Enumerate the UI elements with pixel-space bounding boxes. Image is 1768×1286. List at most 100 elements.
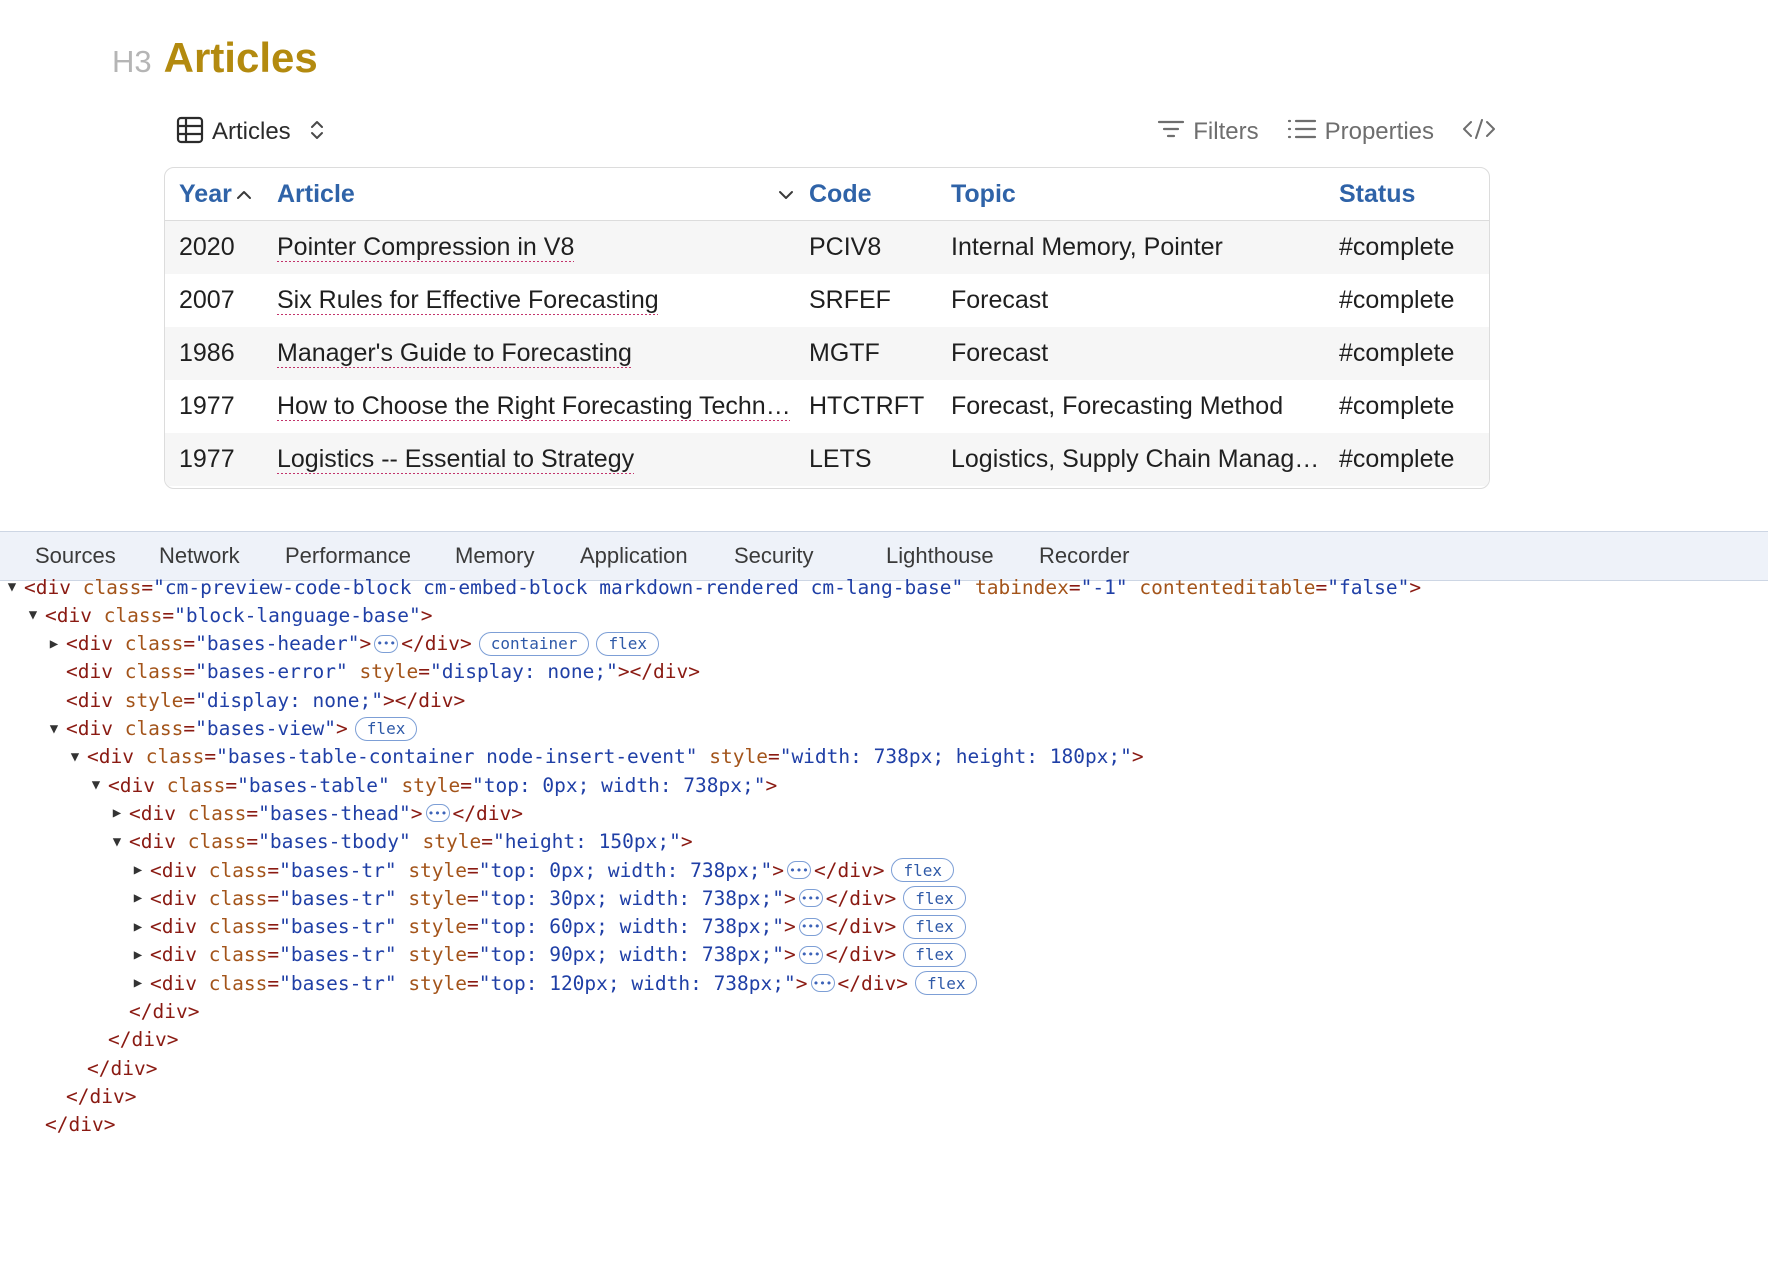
flex-badge[interactable]: flex bbox=[596, 631, 659, 656]
cell-topic[interactable]: Forecast, Forecasting Method bbox=[951, 380, 1329, 433]
dom-node-line[interactable]: ▶ <div class = "bases-tr" style = "top: 30px;… bbox=[130, 884, 966, 912]
article-link[interactable]: Six Rules for Effective Forecasting bbox=[277, 286, 659, 315]
expanded-triangle-icon[interactable]: ▼ bbox=[109, 834, 125, 850]
flex-badge[interactable]: flex bbox=[903, 942, 966, 967]
column-header-code[interactable]: Code bbox=[809, 168, 939, 220]
cell-article[interactable]: How to Choose the Right Forecasting Tech… bbox=[277, 380, 795, 433]
cell-status[interactable]: #complete bbox=[1339, 327, 1479, 380]
dom-node-line[interactable]: ▶ <div class = "bases-tr" style = "top: 60px;… bbox=[130, 913, 966, 941]
dom-token-val: "display: none;" bbox=[429, 660, 618, 684]
flex-badge[interactable]: flex bbox=[903, 886, 966, 911]
ellipsis-expand-icon[interactable]: ••• bbox=[798, 917, 823, 936]
dom-token-tag bbox=[397, 859, 409, 882]
dom-node-line[interactable]: </div> bbox=[88, 1026, 178, 1054]
cell-status[interactable]: #complete bbox=[1339, 380, 1479, 433]
cell-topic[interactable]: Logistics, Supply Chain Manag… bbox=[951, 433, 1329, 486]
dom-node-line[interactable]: ▼ <div class = "bases-table-container node-… bbox=[67, 743, 1144, 771]
expanded-triangle-icon[interactable]: ▼ bbox=[4, 579, 20, 595]
article-link[interactable]: Manager's Guide to Forecasting bbox=[277, 339, 632, 368]
dom-node-line[interactable]: ▼ <div class = "bases-view" > flex bbox=[46, 715, 418, 743]
chevron-down-icon[interactable] bbox=[777, 180, 795, 209]
expanded-triangle-icon[interactable]: ▼ bbox=[46, 721, 62, 737]
cell-status[interactable]: #complete bbox=[1339, 433, 1479, 486]
article-link[interactable]: Logistics -- Essential to Strategy bbox=[277, 445, 634, 474]
cell-article[interactable]: Logistics -- Essential to Strategy bbox=[277, 433, 795, 486]
dom-node-line[interactable]: </div> bbox=[46, 1082, 136, 1110]
dom-node-line[interactable]: <div class = "bases-error" style = "display:… bbox=[46, 658, 700, 686]
container-badge[interactable]: container bbox=[478, 631, 590, 656]
flex-badge[interactable]: flex bbox=[903, 914, 966, 939]
tab-lighthouse[interactable]: Lighthouse bbox=[886, 532, 994, 580]
collapsed-triangle-icon[interactable]: ▶ bbox=[109, 805, 125, 821]
cell-year[interactable]: 1986 bbox=[179, 327, 269, 380]
expanded-triangle-icon[interactable]: ▼ bbox=[25, 607, 41, 623]
expanded-triangle-icon[interactable]: ▼ bbox=[88, 777, 104, 793]
collapsed-triangle-icon[interactable]: ▶ bbox=[46, 636, 62, 652]
expanded-triangle-icon[interactable]: ▼ bbox=[67, 749, 83, 765]
tab-network[interactable]: Network bbox=[159, 532, 240, 580]
cell-topic[interactable]: Forecast bbox=[951, 327, 1329, 380]
cell-article[interactable]: Six Rules for Effective Forecasting bbox=[277, 274, 795, 327]
cell-topic[interactable]: Internal Memory, Pointer bbox=[951, 221, 1329, 274]
ellipsis-expand-icon[interactable]: ••• bbox=[374, 634, 399, 653]
cell-code[interactable]: PCIV8 bbox=[809, 221, 939, 274]
cell-article[interactable]: Manager's Guide to Forecasting bbox=[277, 327, 795, 380]
dom-node-line[interactable]: </div> bbox=[67, 1054, 157, 1082]
cell-year[interactable]: 1977 bbox=[179, 433, 269, 486]
tab-memory[interactable]: Memory bbox=[455, 532, 534, 580]
collapsed-triangle-icon[interactable]: ▶ bbox=[130, 947, 146, 963]
dom-node-line[interactable]: ▶ <div class = "bases-tr" style = "top: 90px;… bbox=[130, 941, 966, 969]
dom-node-line[interactable]: </div> bbox=[25, 1111, 115, 1139]
column-header-status[interactable]: Status bbox=[1339, 168, 1479, 220]
cell-code[interactable]: SRFEF bbox=[809, 274, 939, 327]
cell-code[interactable]: LETS bbox=[809, 433, 939, 486]
dom-node-line[interactable]: ▶ <div class = "bases-tr" style = "top: 0px; … bbox=[130, 856, 954, 884]
properties-button[interactable]: Properties bbox=[1287, 117, 1434, 148]
article-link[interactable]: How to Choose the Right Forecasting Tech… bbox=[277, 392, 791, 421]
cell-year[interactable]: 2007 bbox=[179, 274, 269, 327]
dom-node-line[interactable]: <div style = "display: none;" ></div> bbox=[46, 686, 465, 714]
ellipsis-expand-icon[interactable]: ••• bbox=[798, 945, 823, 964]
dom-token-val: "cm-preview-code-block cm-embed-block ma… bbox=[153, 579, 964, 599]
collapsed-triangle-icon[interactable]: ▶ bbox=[130, 890, 146, 906]
ellipsis-expand-icon[interactable]: ••• bbox=[787, 861, 812, 879]
dom-node-line[interactable]: ▶ <div class = "bases-header" > ••• </div> cont… bbox=[46, 630, 659, 658]
tab-sources[interactable]: Sources bbox=[35, 532, 116, 580]
cell-article[interactable]: Pointer Compression in V8 bbox=[277, 221, 795, 274]
dom-node-line[interactable]: ▼ <div class = "cm-preview-code-block cm-em… bbox=[4, 579, 1421, 601]
collapsed-triangle-icon[interactable]: ▶ bbox=[130, 862, 146, 878]
cell-code[interactable]: HTCTRFT bbox=[809, 380, 939, 433]
tab-application[interactable]: Application bbox=[580, 532, 688, 580]
view-switcher[interactable]: Articles bbox=[176, 112, 325, 152]
collapsed-triangle-icon[interactable]: ▶ bbox=[130, 919, 146, 935]
dom-node-line[interactable]: ▼ <div class = "block-language-base" > bbox=[25, 601, 433, 629]
dom-node-line[interactable]: ▼ <div class = "bases-table" style = "top: 0p… bbox=[88, 771, 777, 799]
code-view-button[interactable] bbox=[1462, 117, 1496, 148]
column-header-article[interactable]: Article bbox=[277, 168, 795, 220]
cell-year[interactable]: 2020 bbox=[179, 221, 269, 274]
ellipsis-expand-icon[interactable]: ••• bbox=[425, 804, 450, 823]
dom-token-val: "bases-tr" bbox=[279, 886, 397, 910]
cell-code[interactable]: MGTF bbox=[809, 327, 939, 380]
flex-badge[interactable]: flex bbox=[354, 716, 418, 741]
flex-badge[interactable]: flex bbox=[891, 858, 954, 882]
ellipsis-expand-icon[interactable]: ••• bbox=[810, 974, 835, 993]
cell-status[interactable]: #complete bbox=[1339, 274, 1479, 327]
column-header-year[interactable]: Year bbox=[179, 168, 269, 220]
tab-recorder[interactable]: Recorder bbox=[1039, 532, 1129, 580]
column-header-topic[interactable]: Topic bbox=[951, 168, 1329, 220]
dom-node-line[interactable]: ▼ <div class = "bases-tbody" style = "height:… bbox=[109, 828, 693, 856]
article-link[interactable]: Pointer Compression in V8 bbox=[277, 233, 574, 262]
cell-year[interactable]: 1977 bbox=[179, 380, 269, 433]
cell-status[interactable]: #complete bbox=[1339, 221, 1479, 274]
cell-topic[interactable]: Forecast bbox=[951, 274, 1329, 327]
dom-node-line[interactable]: ▶ <div class = "bases-thead" > ••• </div> bbox=[109, 799, 523, 827]
filters-button[interactable]: Filters bbox=[1157, 117, 1259, 148]
dom-node-line[interactable]: </div> bbox=[109, 998, 199, 1026]
collapsed-triangle-icon[interactable]: ▶ bbox=[130, 975, 146, 991]
tab-performance[interactable]: Performance bbox=[285, 532, 411, 580]
dom-node-line[interactable]: ▶ <div class = "bases-tr" style = "top: 120px… bbox=[130, 969, 978, 997]
tab-security[interactable]: Security bbox=[734, 532, 813, 580]
ellipsis-expand-icon[interactable]: ••• bbox=[798, 889, 823, 908]
flex-badge[interactable]: flex bbox=[914, 971, 978, 996]
